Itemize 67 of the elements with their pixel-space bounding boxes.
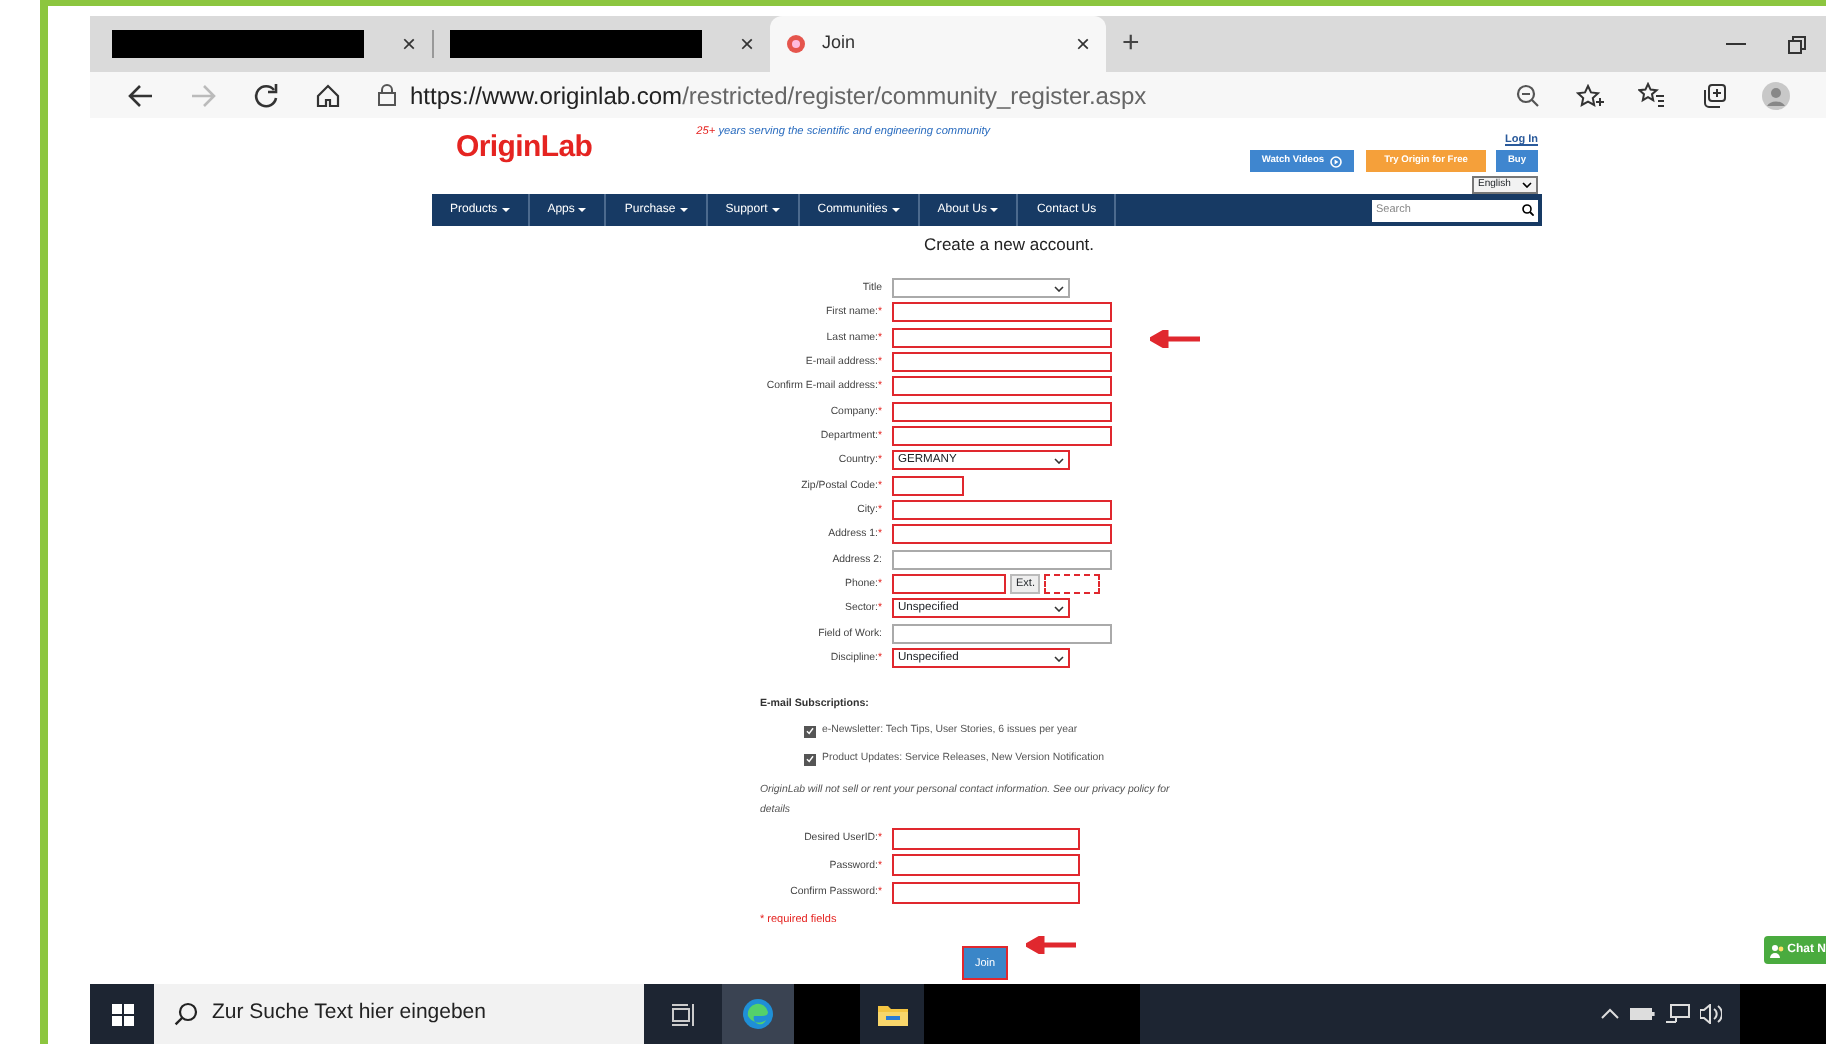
form-heading: Create a new account. [921,232,1097,258]
extension-field[interactable] [1044,574,1101,595]
redacted-block [1740,984,1826,1044]
battery-icon [1630,1006,1656,1022]
input-field[interactable] [892,574,1006,595]
collections-icon [1701,83,1725,107]
input-field[interactable] [892,623,1112,644]
input-field[interactable] [892,854,1080,877]
lock-icon [378,84,396,106]
play-icon [1330,155,1343,168]
zoom-out-icon [1515,83,1539,107]
checkmark-icon [806,726,814,737]
task-view-icon [672,1003,696,1025]
input-field[interactable] [892,549,1112,570]
reload-icon [253,83,277,107]
tab-close-button[interactable]: × [401,32,416,56]
home-icon [315,83,339,107]
logo[interactable]: OriginLab [456,130,593,164]
edge-browser-icon [742,998,774,1030]
forward-arrow-icon [190,83,216,107]
input-field[interactable] [892,881,1080,904]
checkbox[interactable] [804,725,816,738]
input-field[interactable] [892,327,1112,348]
select-field[interactable] [892,278,1070,298]
input-field[interactable] [892,500,1112,521]
tab-title: Join [822,30,856,57]
input-field[interactable] [892,475,964,496]
browser-tab[interactable]: × [434,16,770,72]
checkmark-icon [806,754,814,765]
input-field[interactable] [892,426,1112,447]
back-arrow-icon [128,83,154,107]
profile-avatar-icon [1761,81,1789,109]
windows-logo-icon [111,1003,133,1025]
input-field[interactable] [892,827,1080,850]
chevron-up-icon [1599,1006,1619,1022]
search-icon [174,1002,198,1026]
browser-tab[interactable]: Join × [770,16,1106,72]
star-plus-icon [1575,83,1603,107]
dropdown-caret-icon [1054,655,1064,662]
search-icon [1522,204,1534,216]
url-text: https://www.originlab.com/restricted/register/community_register.aspx [410,79,1147,113]
speaker-icon [1700,1004,1722,1024]
taskbar-search-field[interactable]: Zur Suche Text hier eingeben [154,984,644,1044]
edge-taskbar-button[interactable] [722,984,794,1044]
chevron-down-icon [1522,182,1532,189]
input-field[interactable] [892,352,1112,373]
redacted-block [794,984,860,1044]
tab-close-button[interactable]: × [1075,32,1090,56]
tab-close-button[interactable]: × [739,32,754,56]
input-field[interactable] [892,376,1112,397]
input-field[interactable] [892,401,1112,422]
favorites-icon [1637,82,1665,108]
pointer-arrow-icon [1150,330,1200,348]
input-field[interactable] [892,524,1112,545]
restore-icon [1787,35,1805,53]
dropdown-caret-icon [1054,457,1064,464]
checkbox[interactable] [804,753,816,766]
input-field[interactable] [892,302,1112,323]
dropdown-caret-icon [1054,285,1064,291]
pointer-arrow-icon [1026,936,1076,954]
dropdown-caret-icon [1054,605,1064,612]
browser-tab[interactable]: × [96,16,432,72]
folder-icon [877,1002,907,1026]
favicon-icon [786,34,806,54]
new-tab-button[interactable]: + [1106,16,1156,72]
chat-people-icon [1769,943,1784,957]
network-monitor-icon [1665,1004,1689,1024]
